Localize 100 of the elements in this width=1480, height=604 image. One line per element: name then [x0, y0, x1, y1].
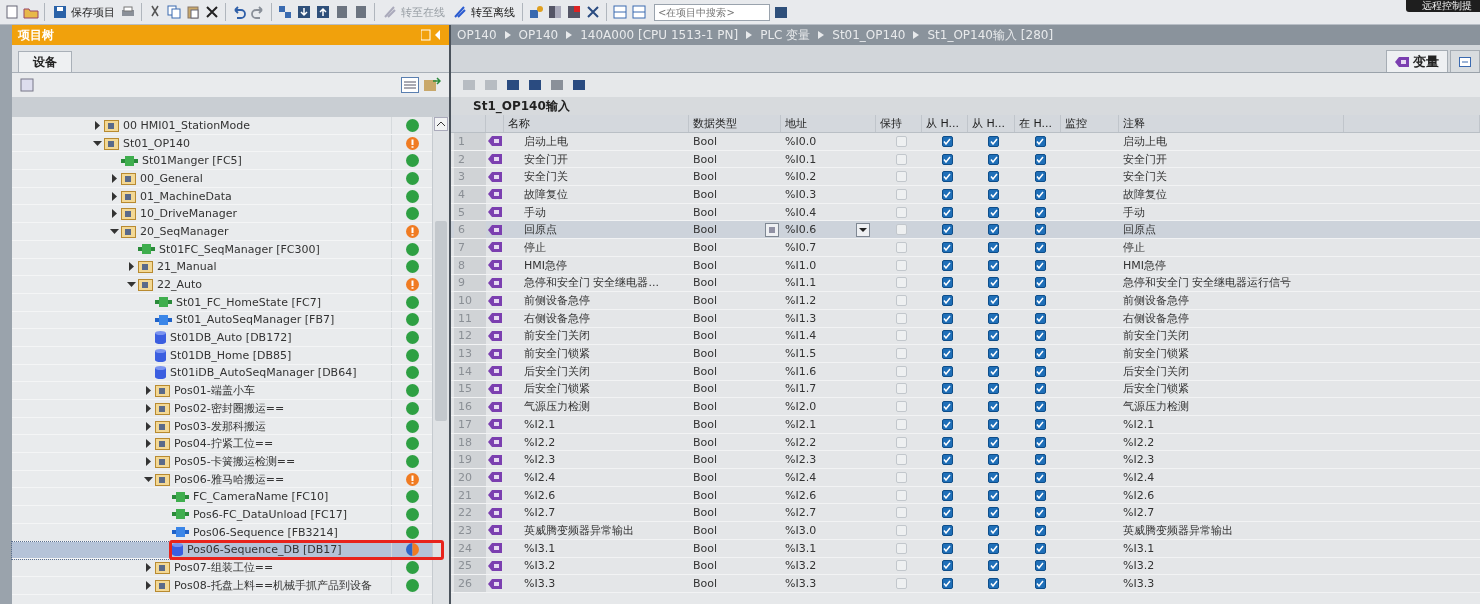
table-row[interactable]: 19 %I2.3 Bool %I2.3 %I2.3	[451, 451, 1480, 470]
caret-icon[interactable]	[143, 421, 153, 431]
table-row[interactable]: 3 安全门关 Bool %I0.2 安全门关	[451, 168, 1480, 187]
checkbox[interactable]	[941, 401, 953, 413]
checkbox[interactable]	[1034, 418, 1046, 430]
caret-icon[interactable]	[109, 191, 119, 201]
checkbox[interactable]	[1034, 454, 1046, 466]
caret-icon[interactable]	[143, 580, 153, 590]
tree-item[interactable]: Pos06-雅马哈搬运==	[12, 470, 432, 489]
checkbox[interactable]	[1034, 348, 1046, 360]
checkbox[interactable]	[941, 507, 953, 519]
device-icon[interactable]	[334, 4, 350, 20]
upload-icon[interactable]	[315, 4, 331, 20]
table-row[interactable]: 23 英威腾变频器异常输出 Bool %I3.0 英威腾变频器异常输出	[451, 522, 1480, 540]
checkbox[interactable]	[941, 436, 953, 448]
tree-item[interactable]: Pos07-组装工位==	[12, 559, 432, 577]
table-row[interactable]: 7 停止 Bool %I0.7 停止	[451, 239, 1480, 257]
table-row[interactable]: 16 气源压力检测 Bool %I2.0 气源压力检测	[451, 398, 1480, 416]
tree-item[interactable]: St01_FC_HomeState [FC7]	[12, 293, 432, 312]
checkbox[interactable]	[941, 454, 953, 466]
tree-item[interactable]: Pos08-托盘上料==机械手抓产品到设备	[12, 576, 432, 595]
tree-item[interactable]: 00_General	[12, 170, 432, 188]
checkbox[interactable]	[1034, 312, 1046, 324]
checkbox[interactable]	[941, 188, 953, 200]
caret-icon[interactable]	[126, 262, 136, 272]
tab[interactable]: 变量	[1386, 50, 1448, 72]
tree-item[interactable]: 00 HMI01_StationMode	[12, 117, 432, 135]
caret-icon[interactable]	[109, 209, 119, 219]
checkbox[interactable]	[941, 578, 953, 590]
checkbox[interactable]	[1034, 471, 1046, 483]
tree-item[interactable]: 20_SeqManager	[12, 223, 432, 241]
table-row[interactable]: 17 %I2.1 Bool %I2.1 %I2.1	[451, 416, 1480, 434]
copy-icon[interactable]	[166, 4, 182, 20]
checkbox[interactable]	[988, 277, 999, 289]
tree-item[interactable]: St01DB_Home [DB85]	[12, 346, 432, 365]
table-row[interactable]: 26 %I3.3 Bool %I3.3 %I3.3	[451, 575, 1480, 593]
checkbox[interactable]	[988, 471, 999, 483]
checkbox[interactable]	[1034, 383, 1046, 395]
checkbox[interactable]	[1034, 542, 1046, 554]
device-icon[interactable]	[353, 4, 369, 20]
table-row[interactable]: 10 前侧设备急停 Bool %I1.2 前侧设备急停	[451, 292, 1480, 310]
checkbox[interactable]	[1034, 401, 1046, 413]
table-row[interactable]: 1 启动上电 Bool %I0.0 启动上电	[451, 133, 1480, 151]
dropdown-button[interactable]	[856, 222, 870, 237]
checkbox[interactable]	[988, 578, 999, 590]
checkbox[interactable]	[941, 135, 953, 147]
checkbox[interactable]	[1034, 277, 1046, 289]
checkbox[interactable]	[1034, 524, 1046, 536]
checkbox[interactable]	[1034, 153, 1046, 165]
checkbox[interactable]	[988, 365, 999, 377]
checkbox[interactable]	[941, 153, 953, 165]
layout-icon[interactable]	[612, 4, 628, 20]
tree-item[interactable]: St01FC_SeqManager [FC300]	[12, 240, 432, 259]
tree-item[interactable]: Pos01-端盖小车	[12, 382, 432, 400]
close-icon[interactable]	[585, 4, 601, 20]
checkbox[interactable]	[1034, 295, 1046, 307]
checkbox[interactable]	[988, 135, 999, 147]
checkbox[interactable]	[988, 241, 999, 253]
checkbox[interactable]	[988, 259, 999, 271]
caret-icon[interactable]	[143, 563, 153, 573]
checkbox[interactable]	[1034, 259, 1046, 271]
undo-icon[interactable]	[231, 4, 247, 20]
checkbox[interactable]	[941, 330, 953, 342]
delete-icon[interactable]	[204, 4, 220, 20]
tree-item[interactable]: FC_CameraName [FC10]	[12, 488, 432, 507]
checkbox[interactable]	[1034, 206, 1046, 218]
tab[interactable]: 设备	[18, 51, 72, 72]
checkbox[interactable]	[988, 401, 999, 413]
checkbox[interactable]	[941, 277, 953, 289]
tree-item[interactable]: Pos6-FC_DataUnload [FC17]	[12, 506, 432, 524]
tree-item[interactable]: St01_OP140	[12, 134, 432, 153]
table-icon[interactable]	[423, 77, 441, 93]
caret-icon[interactable]	[109, 226, 119, 236]
checkbox[interactable]	[941, 241, 953, 253]
download-icon[interactable]	[296, 4, 312, 20]
checkbox[interactable]	[941, 348, 953, 360]
checkbox[interactable]	[988, 348, 999, 360]
table-row[interactable]: 20 %I2.4 Bool %I2.4 %I2.4	[451, 469, 1480, 487]
checkbox[interactable]	[941, 295, 953, 307]
checkbox[interactable]	[988, 383, 999, 395]
checkbox[interactable]	[941, 418, 953, 430]
checkbox[interactable]	[941, 206, 953, 218]
checkbox[interactable]	[988, 542, 999, 554]
table-row[interactable]: 4 故障复位 Bool %I0.3 故障复位	[451, 186, 1480, 204]
table-row[interactable]: 13 前安全门锁紧 Bool %I1.5 前安全门锁紧	[451, 345, 1480, 363]
search-field[interactable]: <在项目中搜索>	[654, 3, 770, 21]
checkbox[interactable]	[988, 330, 999, 342]
tree-item[interactable]: St01iDB_AutoSeqManager [DB64]	[12, 364, 432, 383]
checkbox[interactable]	[988, 295, 999, 307]
checkbox[interactable]	[988, 312, 999, 324]
checkbox[interactable]	[1034, 578, 1046, 590]
checkbox[interactable]	[941, 312, 953, 324]
tree-item[interactable]: 21_Manual	[12, 258, 432, 277]
caret-icon[interactable]	[143, 403, 153, 413]
caret-icon[interactable]	[92, 120, 102, 130]
tree-item[interactable]: Pos03-发那科搬运	[12, 417, 432, 436]
diagnostics-icon[interactable]	[528, 4, 544, 20]
checkbox[interactable]	[1034, 135, 1046, 147]
checkbox[interactable]	[988, 524, 999, 536]
layout-icon[interactable]	[631, 4, 647, 20]
